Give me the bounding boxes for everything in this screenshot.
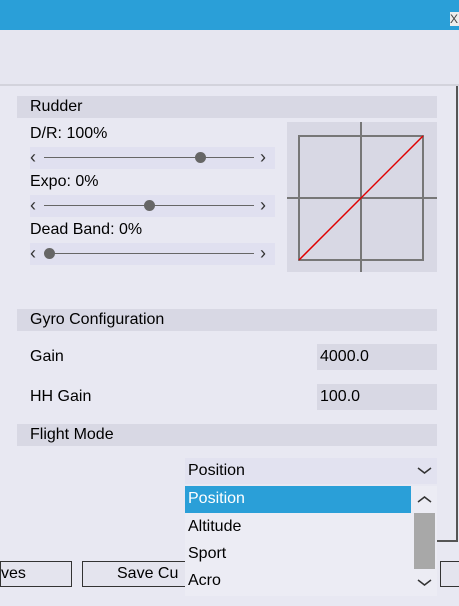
dropdown-option[interactable]: Acro bbox=[185, 568, 411, 595]
dropdown-option[interactable]: Sport bbox=[185, 541, 411, 568]
slider-thumb[interactable] bbox=[44, 248, 55, 259]
chevron-up-icon[interactable] bbox=[412, 486, 437, 512]
chevron-down-icon[interactable] bbox=[412, 458, 437, 484]
slider-track bbox=[44, 157, 254, 158]
rudder-curve-svg bbox=[287, 122, 437, 272]
chevron-left-icon[interactable]: ‹ bbox=[30, 147, 36, 167]
dropdown-scrollbar[interactable] bbox=[412, 486, 437, 596]
slider-track bbox=[44, 253, 254, 254]
save-as-button[interactable]: ves bbox=[0, 561, 72, 587]
rudder-curve-graph bbox=[287, 122, 437, 272]
flight-mode-select[interactable]: Position bbox=[185, 458, 437, 484]
rudder-section-header: Rudder bbox=[17, 96, 437, 118]
close-button[interactable]: X bbox=[450, 12, 459, 26]
save-as-label: ves bbox=[1, 565, 26, 582]
hh-gain-value: 100.0 bbox=[320, 388, 361, 405]
toolbar-divider bbox=[0, 84, 459, 86]
slider-thumb[interactable] bbox=[195, 152, 207, 163]
gain-label: Gain bbox=[30, 348, 64, 365]
deadband-slider[interactable]: ‹ › bbox=[30, 243, 275, 265]
chevron-right-icon[interactable]: › bbox=[260, 243, 266, 263]
toolbar bbox=[0, 30, 459, 84]
slider-thumb[interactable] bbox=[143, 200, 155, 211]
dropdown-option[interactable]: Position bbox=[185, 486, 411, 513]
chevron-left-icon[interactable]: ‹ bbox=[30, 243, 36, 263]
flight-mode-dropdown[interactable]: Position Altitude Sport Acro bbox=[185, 486, 437, 596]
deadband-label: Dead Band: 0% bbox=[30, 221, 143, 238]
gyro-section-header: Gyro Configuration bbox=[17, 309, 437, 331]
chevron-down-icon[interactable] bbox=[412, 570, 437, 596]
dr-label: D/R: 100% bbox=[30, 125, 108, 142]
chevron-right-icon[interactable]: › bbox=[260, 147, 266, 167]
save-button[interactable]: Save Cu bbox=[82, 561, 194, 587]
flight-mode-section-header: Flight Mode bbox=[17, 424, 437, 446]
gyro-header-label: Gyro Configuration bbox=[30, 311, 165, 328]
chevron-right-icon[interactable]: › bbox=[260, 195, 266, 215]
expo-label: Expo: 0% bbox=[30, 173, 99, 190]
scrollbar-thumb[interactable] bbox=[414, 513, 435, 569]
window-border-right bbox=[456, 86, 458, 541]
dropdown-option[interactable]: Altitude bbox=[185, 514, 411, 541]
hh-gain-label: HH Gain bbox=[30, 388, 92, 405]
flight-mode-header-label: Flight Mode bbox=[30, 426, 114, 443]
rudder-header-label: Rudder bbox=[30, 98, 83, 115]
save-label: Save Cu bbox=[117, 565, 179, 582]
dr-slider[interactable]: ‹ › bbox=[30, 147, 275, 169]
flight-mode-selected: Position bbox=[188, 462, 245, 479]
gain-value: 4000.0 bbox=[320, 348, 369, 365]
chevron-left-icon[interactable]: ‹ bbox=[30, 195, 36, 215]
right-button[interactable] bbox=[440, 561, 459, 587]
title-bar bbox=[0, 0, 459, 30]
hh-gain-field[interactable]: 100.0 bbox=[317, 384, 437, 410]
expo-slider[interactable]: ‹ › bbox=[30, 195, 275, 217]
gain-field[interactable]: 4000.0 bbox=[317, 344, 437, 370]
close-icon: X bbox=[450, 12, 459, 26]
